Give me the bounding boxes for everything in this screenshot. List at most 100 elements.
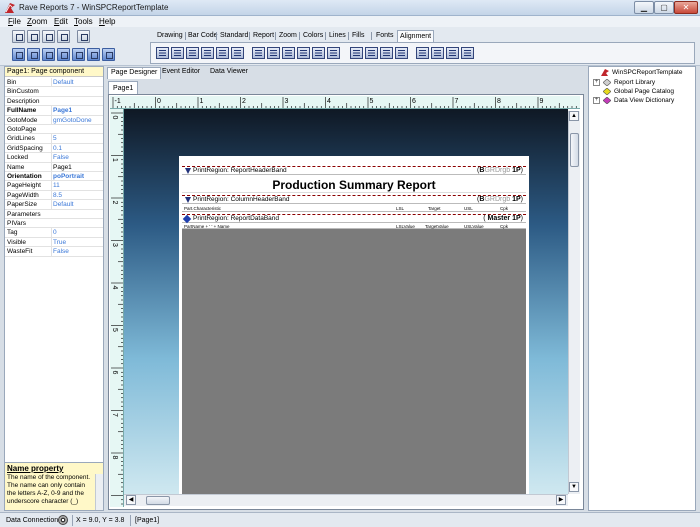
equal-height-icon[interactable] xyxy=(327,47,340,59)
document-icon[interactable] xyxy=(87,48,100,61)
property-row[interactable]: PIVars xyxy=(5,219,103,229)
align-top-icon[interactable] xyxy=(252,47,265,59)
property-row[interactable]: PageHeight 11 xyxy=(5,181,103,191)
property-row[interactable]: Description xyxy=(5,97,103,107)
design-canvas[interactable]: PrintRegion: ReportHeaderBand (BGRDrgb 1… xyxy=(124,109,568,494)
column-header-cell[interactable]: LSL xyxy=(396,205,404,212)
tab-page-designer[interactable]: Page Designer xyxy=(107,67,162,79)
bring-to-front-icon[interactable] xyxy=(350,47,363,59)
equal-width-icon[interactable] xyxy=(231,47,244,59)
property-value[interactable]: Page1 xyxy=(51,106,103,116)
nudge-left-icon[interactable] xyxy=(416,47,429,59)
tab-fills[interactable]: Fills xyxy=(350,30,366,42)
tab-lines[interactable]: Lines xyxy=(327,30,348,42)
expand-icon[interactable]: + xyxy=(593,79,600,86)
menu-file[interactable]: File xyxy=(8,16,21,27)
property-value[interactable]: 5 xyxy=(51,134,103,144)
save-icon[interactable] xyxy=(42,30,55,43)
property-value[interactable]: 0.1 xyxy=(51,143,103,153)
scroll-right-button[interactable]: ▶ xyxy=(556,495,566,505)
maximize-button[interactable]: ▢ xyxy=(654,1,674,14)
vertical-scrollbar[interactable]: ▲ ▼ xyxy=(568,111,580,494)
tab-report[interactable]: Report xyxy=(251,30,276,42)
property-value[interactable]: gmGotoDone xyxy=(51,115,103,125)
move-behind-icon[interactable] xyxy=(395,47,408,59)
tab-alignment[interactable]: Alignment xyxy=(397,30,435,42)
page-icon[interactable] xyxy=(12,48,25,61)
tree-item-project[interactable]: WinSPCReportTemplate xyxy=(601,68,682,78)
property-value[interactable]: 8.5 xyxy=(51,190,103,200)
new-report-icon[interactable] xyxy=(12,30,25,43)
space-vertical-icon[interactable] xyxy=(312,47,325,59)
property-value[interactable]: poPortrait xyxy=(51,172,103,181)
align-vcenter-page-icon[interactable] xyxy=(297,47,310,59)
report-header-band[interactable]: PrintRegion: ReportHeaderBand (BGRDrgb 1… xyxy=(182,166,526,175)
scroll-left-button[interactable]: ◀ xyxy=(126,495,136,505)
properties-icon[interactable] xyxy=(57,30,70,43)
tab-drawing[interactable]: Drawing xyxy=(155,30,185,42)
align-hcenter-page-icon[interactable] xyxy=(201,47,214,59)
align-left-icon[interactable] xyxy=(156,47,169,59)
property-row[interactable]: Parameters xyxy=(5,210,103,219)
nudge-right-icon[interactable] xyxy=(431,47,444,59)
property-row[interactable]: Tag 0 xyxy=(5,228,103,238)
property-row[interactable]: GridSpacing 0.1 xyxy=(5,143,103,154)
property-value[interactable]: True xyxy=(51,237,103,247)
column-header-cell[interactable]: USL xyxy=(464,205,473,212)
horizontal-scroll-thumb[interactable] xyxy=(146,496,170,505)
minimize-button[interactable]: ▁ xyxy=(634,1,654,14)
property-value[interactable]: 0 xyxy=(51,228,103,238)
property-row[interactable]: Locked False xyxy=(5,153,103,163)
menu-tools[interactable]: Tools xyxy=(74,16,93,27)
column-header-cell[interactable]: Part.Characteristic xyxy=(184,205,221,212)
column-header-cell[interactable]: Target xyxy=(428,205,441,212)
tab-standard[interactable]: Standard xyxy=(218,30,250,42)
tab-fonts[interactable]: Fonts xyxy=(374,30,396,42)
align-right-icon[interactable] xyxy=(186,47,199,59)
property-value[interactable]: Default xyxy=(51,78,103,87)
property-value[interactable]: False xyxy=(51,153,103,163)
move-forward-icon[interactable] xyxy=(380,47,393,59)
tab-zoom[interactable]: Zoom xyxy=(277,30,299,42)
column-header-cell[interactable]: Cpk xyxy=(500,205,508,212)
menu-edit[interactable]: Edit xyxy=(54,16,68,27)
expand-icon[interactable]: + xyxy=(593,97,600,104)
align-vcenter-icon[interactable] xyxy=(267,47,280,59)
property-row[interactable]: GotoMode gmGotoDone xyxy=(5,115,103,125)
print-icon[interactable] xyxy=(77,30,90,43)
property-value[interactable]: Page1 xyxy=(51,162,103,172)
page-tab[interactable]: Page1 xyxy=(108,81,139,94)
tab-bar-code[interactable]: Bar Code xyxy=(186,30,220,42)
close-button[interactable]: ✕ xyxy=(674,1,698,14)
property-value[interactable]: False xyxy=(51,247,103,257)
property-row[interactable]: PaperSize Default xyxy=(5,200,103,210)
scroll-down-button[interactable]: ▼ xyxy=(569,482,579,492)
tab-colors[interactable]: Colors xyxy=(301,30,325,42)
menu-help[interactable]: Help xyxy=(99,16,115,27)
region-icon[interactable] xyxy=(27,48,40,61)
property-row[interactable]: WasteFit False xyxy=(5,247,103,257)
horizontal-scrollbar[interactable]: ◀ ▶ xyxy=(124,494,568,506)
group-icon[interactable] xyxy=(72,48,85,61)
property-row[interactable]: FullName Page1 xyxy=(5,106,103,116)
report-page[interactable]: PrintRegion: ReportHeaderBand (BGRDrgb 1… xyxy=(179,156,529,494)
column-header-band[interactable]: PrintRegion: ColumnHeaderBand (BGRDrgb 1… xyxy=(182,195,526,204)
property-value[interactable]: Default xyxy=(51,200,103,210)
send-to-back-icon[interactable] xyxy=(365,47,378,59)
property-row[interactable]: PageWidth 8.5 xyxy=(5,190,103,201)
property-row[interactable]: Visible True xyxy=(5,237,103,248)
property-value[interactable]: 11 xyxy=(51,181,103,191)
nudge-up-icon[interactable] xyxy=(446,47,459,59)
report-data-band[interactable]: PrintRegion: ReportDataBand ( Master 1P) xyxy=(182,214,526,224)
report-title[interactable]: Production Summary Report xyxy=(182,177,526,193)
align-hcenter-icon[interactable] xyxy=(171,47,184,59)
tree-item-data-view-dictionary[interactable]: + Data View Dictionary xyxy=(593,96,674,106)
open-icon[interactable] xyxy=(27,30,40,43)
space-horizontal-icon[interactable] xyxy=(216,47,229,59)
databand-icon[interactable] xyxy=(57,48,70,61)
nudge-down-icon[interactable] xyxy=(461,47,474,59)
scroll-up-button[interactable]: ▲ xyxy=(569,111,579,121)
property-row[interactable]: Name Page1 xyxy=(5,162,103,172)
property-row[interactable]: Bin Default xyxy=(5,78,103,88)
tab-event-editor[interactable]: Event Editor xyxy=(159,67,203,78)
